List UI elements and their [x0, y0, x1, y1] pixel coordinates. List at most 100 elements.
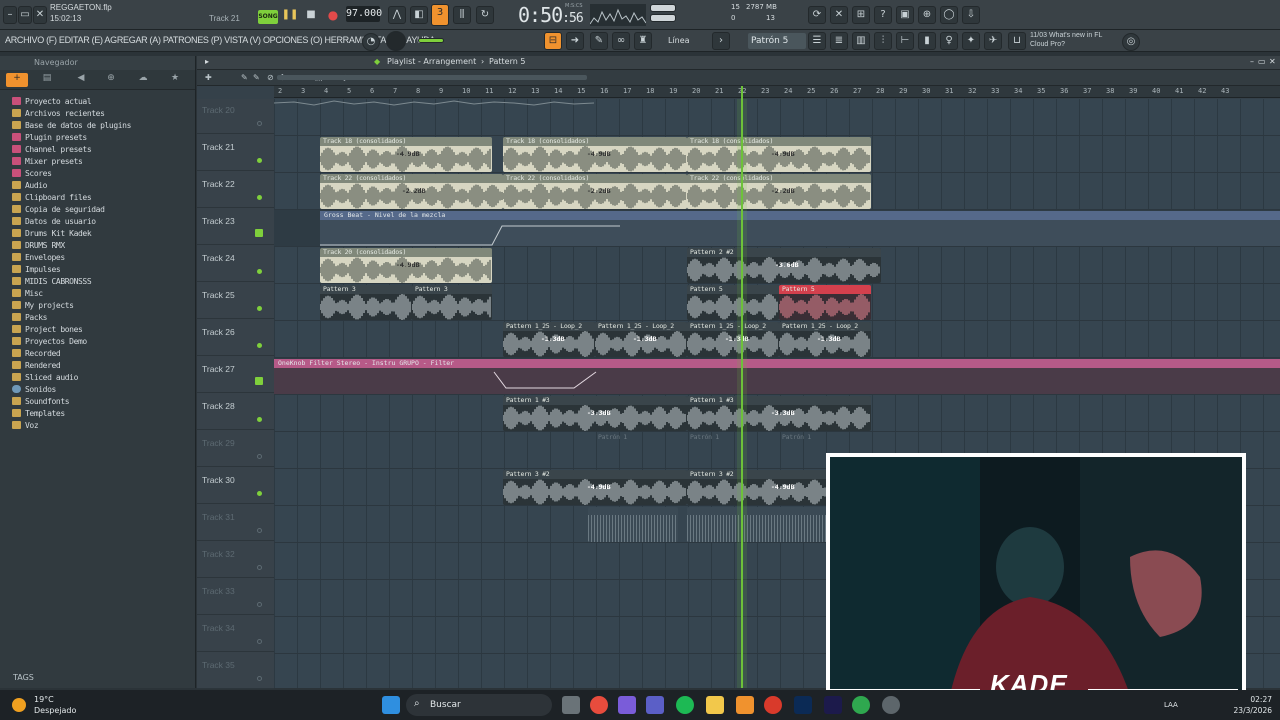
automation-clip[interactable]: Gross Beat - Nivel de la mezcla [320, 211, 1280, 246]
wait-input-icon[interactable]: ◧ [410, 6, 428, 24]
track-header[interactable]: Track 34 [197, 615, 274, 652]
timeline-ruler[interactable]: 2345678910111213141516171819202122232425… [274, 86, 1280, 98]
track-name[interactable]: Track 31 [202, 512, 235, 522]
draw-tool-icon[interactable]: ✎ [241, 73, 248, 82]
track-name[interactable]: Track 35 [202, 660, 235, 670]
browser-item[interactable]: Impulses [0, 263, 195, 275]
browser-item[interactable]: Misc [0, 287, 195, 299]
playlist-menu-icon[interactable]: ▸ [205, 57, 209, 66]
lock-icon[interactable] [255, 377, 263, 385]
teams-icon[interactable] [646, 696, 664, 714]
browser-item[interactable]: Channel presets [0, 143, 195, 155]
track-header[interactable]: Track 25 [197, 282, 274, 319]
track-header[interactable]: Track 33 [197, 578, 274, 615]
mute-led[interactable] [257, 528, 262, 533]
pencil-icon[interactable]: ✎ [590, 32, 608, 50]
countdown-icon[interactable]: 3 [431, 4, 449, 26]
browser-item[interactable]: Scores [0, 167, 195, 179]
tags-label[interactable]: TAGS [13, 673, 34, 682]
playlist-icon[interactable]: ☰ [808, 32, 826, 50]
browser-cloud-icon[interactable]: ☁ [132, 73, 154, 87]
browser-item[interactable]: Rendered [0, 359, 195, 371]
browser-item[interactable]: Sonidos [0, 383, 195, 395]
browser-item[interactable]: Templates [0, 407, 195, 419]
cart-icon[interactable]: ⊔ [1008, 32, 1026, 50]
close-icon[interactable]: ✕ [33, 6, 47, 24]
blend-notes-icon[interactable]: ⫼ [453, 6, 471, 24]
lane-track-21[interactable]: Track 18 (consolidados) -4.9dB Track 18 (… [274, 136, 1280, 173]
master-pitch-slider[interactable] [650, 14, 676, 22]
pattern-selector[interactable]: Patrón 5 [748, 33, 806, 49]
mute-led[interactable] [257, 121, 262, 126]
edison-icon[interactable]: ✦ [962, 32, 980, 50]
photoshop-icon[interactable] [794, 696, 812, 714]
mic-icon[interactable]: ♀ [940, 32, 958, 50]
horizontal-scrollbar[interactable] [277, 75, 587, 80]
playlist-play-icon[interactable]: ◆ [374, 57, 380, 66]
track-header[interactable]: Track 27 [197, 356, 274, 393]
track-name[interactable]: Track 34 [202, 623, 235, 633]
track-name[interactable]: Track 20 [202, 105, 235, 115]
mute-led[interactable] [257, 195, 262, 200]
clip[interactable]: Track 22 (consolidados) -2.2dB [503, 174, 687, 209]
news-ticker[interactable]: 11/03 What's new in FL Cloud Pro? [1030, 31, 1102, 49]
snap-selector[interactable]: Línea [668, 34, 708, 48]
help-icon[interactable]: ? [874, 6, 892, 24]
lane-track-28[interactable]: Pattern 1 #3 -3.3dB Pattern 1 #3 -3.3dB [274, 395, 1280, 432]
spotify-icon[interactable] [676, 696, 694, 714]
clip[interactable]: Pattern 5 [779, 285, 871, 320]
master-knob-icon[interactable] [386, 31, 406, 51]
pause-button[interactable]: ❚❚ [281, 6, 299, 24]
mute-led[interactable] [257, 306, 262, 311]
track-header[interactable]: Track 20 [197, 97, 274, 134]
lane-track-26[interactable]: Pattern 1_25 - Loop_2 -1.3dB Pattern 1_25… [274, 321, 1280, 358]
browser-item[interactable]: Copia de seguridad [0, 203, 195, 215]
chat-icon[interactable]: ◯ [940, 6, 958, 24]
clip[interactable]: Pattern 1 #3 -3.3dB [687, 396, 871, 431]
clip[interactable]: Track 18 (consolidados) -4.9dB [687, 137, 871, 172]
clip[interactable]: Pattern 3 [320, 285, 412, 320]
obs-icon[interactable] [882, 696, 900, 714]
mixer-icon[interactable]: ⊞ [852, 6, 870, 24]
weather-widget[interactable]: 19°C Despejado [34, 694, 76, 716]
browser-item[interactable]: Project bones [0, 323, 195, 335]
taskbar-search[interactable]: Buscar [406, 694, 552, 716]
clip[interactable]: Pattern 1_25 - Loop_2 -1.3dB [779, 322, 871, 357]
clip[interactable]: Patrón 1 [687, 433, 779, 468]
playlist-maximize-icon[interactable]: ▭ [1258, 57, 1266, 66]
copilot-icon[interactable] [618, 696, 636, 714]
clip[interactable]: Patrón 1 [595, 433, 687, 468]
browser-item[interactable]: Audio [0, 179, 195, 191]
lock-icon[interactable] [255, 229, 263, 237]
browser-item[interactable]: MIDIS CABRONSSS [0, 275, 195, 287]
track-name[interactable]: Track 30 [202, 475, 235, 485]
clip[interactable]: Track 22 (consolidados) -2.2dB [320, 174, 503, 209]
mute-led[interactable] [257, 639, 262, 644]
track-header[interactable]: Track 28 [197, 393, 274, 430]
fl-studio-icon[interactable] [736, 696, 754, 714]
taskbar-clock[interactable]: 02:27 23/3/2026 [1234, 694, 1272, 716]
clip[interactable]: Pattern 5 [687, 285, 779, 320]
clip[interactable]: Track 22 (consolidados) -2.2dB [687, 174, 871, 209]
lane-track-24[interactable]: Track 20 (consolidados) -4.9dB Pattern 2 … [274, 247, 1280, 284]
mute-led[interactable] [257, 343, 262, 348]
clip[interactable]: Pattern 1_25 - Loop_2 -1.3dB [503, 322, 595, 357]
track-header[interactable]: Track 23 [197, 208, 274, 245]
browser-back-icon[interactable]: ◀ [70, 73, 92, 87]
arrow-right-icon[interactable]: ➜ [566, 32, 584, 50]
mute-led[interactable] [257, 602, 262, 607]
piano-roll-icon[interactable]: ⊟ [544, 32, 562, 50]
snap-arrow-icon[interactable]: › [712, 32, 730, 50]
download-icon[interactable]: ⇩ [962, 6, 980, 24]
mute-led[interactable] [257, 454, 262, 459]
browser-plugin-icon[interactable]: ⊕ [100, 73, 122, 87]
clip[interactable]: Pattern 1_25 - Loop_2 -1.3dB [595, 322, 687, 357]
clip[interactable]: Pattern 2 #2 -3.6dB [687, 248, 881, 283]
track-header[interactable]: Track 30 [197, 467, 274, 504]
playlist-close-icon[interactable]: ✕ [1269, 57, 1276, 66]
playhead[interactable] [741, 86, 743, 688]
track-name[interactable]: Track 21 [202, 142, 235, 152]
lane-track-23[interactable]: Gross Beat - Nivel de la mezcla [274, 210, 1280, 247]
track-header[interactable]: Track 31 [197, 504, 274, 541]
mixer-faders-icon[interactable]: ⫶ [874, 32, 892, 50]
